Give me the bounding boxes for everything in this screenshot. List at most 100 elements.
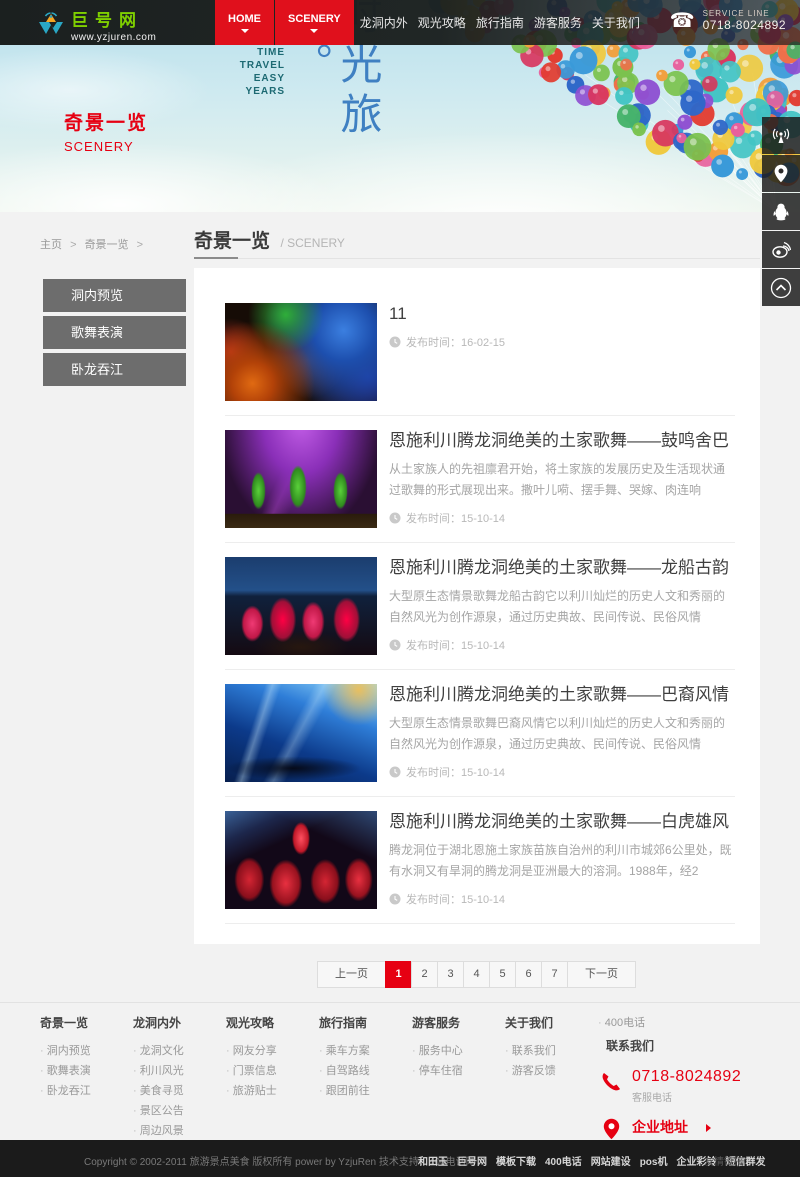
- sidebar-item-wolong[interactable]: 卧龙吞江: [43, 353, 186, 386]
- article-title[interactable]: 恩施利川腾龙洞绝美的土家歌舞——龙船古韵: [389, 557, 735, 579]
- logo-icon: [36, 8, 66, 38]
- pagination-page-4[interactable]: 4: [463, 961, 490, 988]
- nav-item-longdong[interactable]: 龙洞内外: [355, 0, 413, 45]
- phone-icon: [600, 1071, 622, 1093]
- footer-link[interactable]: 联系我们: [505, 1041, 595, 1061]
- article-row[interactable]: 11 发布时间：16-02-15: [225, 303, 735, 416]
- signal-icon: [772, 127, 790, 145]
- footer-link[interactable]: 洞内预览: [40, 1041, 130, 1061]
- bottom-link[interactable]: 400电话: [545, 1153, 582, 1168]
- page: 时光旅行。 TIME TRAVEL EASY YEARS 奇景一览 SCENER…: [0, 0, 800, 1177]
- article-date: 发布时间：15-10-14: [389, 891, 735, 907]
- service-line-label: SERVICE LINE: [703, 9, 786, 18]
- pagination-next[interactable]: 下一页: [567, 961, 636, 988]
- footer-link[interactable]: 游客反馈: [505, 1061, 595, 1081]
- footer-link[interactable]: 服务中心: [412, 1041, 502, 1061]
- article-thumbnail-green-dancers[interactable]: [225, 430, 377, 528]
- footer-link[interactable]: 旅游贴士: [226, 1081, 316, 1101]
- bottom-link[interactable]: 巨号网: [457, 1153, 487, 1168]
- article-thumbnail-blue-stage[interactable]: [225, 684, 377, 782]
- bottom-link[interactable]: pos机: [640, 1153, 668, 1168]
- footer-link[interactable]: 乘车方案: [319, 1041, 409, 1061]
- nav-item-youke[interactable]: 游客服务: [529, 0, 587, 45]
- article-title[interactable]: 恩施利川腾龙洞绝美的土家歌舞——巴裔风情: [389, 684, 735, 706]
- caret-down-icon: [241, 29, 249, 33]
- weibo-button[interactable]: [762, 231, 800, 268]
- title-divider: [194, 258, 760, 259]
- article-thumbnail-pink-dancers[interactable]: [225, 557, 377, 655]
- category-sidebar: 洞内预览 歌舞表演 卧龙吞江: [43, 279, 186, 390]
- article-title[interactable]: 11: [389, 303, 735, 325]
- article-description: 从土家族人的先祖廪君开始，将土家族的发展历史及生活现状通过歌舞的形式展现出来。撒…: [389, 459, 735, 501]
- footer-column-guanguang: 观光攻略 网友分享 门票信息 旅游贴士: [226, 1014, 316, 1101]
- pagination-page-7[interactable]: 7: [541, 961, 568, 988]
- footer-link-400[interactable]: 400电话: [598, 1014, 778, 1030]
- pagination-page-6[interactable]: 6: [515, 961, 542, 988]
- logo-url: www.yzjuren.com: [71, 32, 156, 43]
- article-title[interactable]: 恩施利川腾龙洞绝美的土家歌舞——白虎雄风: [389, 811, 735, 833]
- footer-link[interactable]: 美食寻觅: [133, 1081, 223, 1101]
- footer-link[interactable]: 网友分享: [226, 1041, 316, 1061]
- clock-icon: [389, 893, 401, 905]
- article-date: 发布时间：16-02-15: [389, 334, 735, 350]
- article-list-panel: 11 发布时间：16-02-15 恩施利川腾龙洞绝美的土家歌舞——鼓鸣舍巴 从土…: [194, 268, 760, 944]
- nav-item-guanguang[interactable]: 观光攻略: [413, 0, 471, 45]
- footer-link[interactable]: 景区公告: [133, 1101, 223, 1121]
- footer-contact: 400电话 联系我们 0718-8024892 客服电话 企业地址 恩施州恩施市: [598, 1014, 778, 1155]
- breadcrumb-current[interactable]: 奇景一览: [85, 239, 129, 251]
- article-row[interactable]: 恩施利川腾龙洞绝美的土家歌舞——白虎雄风 腾龙洞位于湖北恩施土家族苗族自治州的利…: [225, 797, 735, 924]
- footer-link[interactable]: 卧龙吞江: [40, 1081, 130, 1101]
- article-row[interactable]: 恩施利川腾龙洞绝美的土家歌舞——龙船古韵 大型原生态情景歌舞龙船古韵它以利川灿烂…: [225, 543, 735, 670]
- article-thumbnail-red-dancers[interactable]: [225, 811, 377, 909]
- footer-link[interactable]: 自驾路线: [319, 1061, 409, 1081]
- article-row[interactable]: 恩施利川腾龙洞绝美的土家歌舞——巴裔风情 大型原生态情景歌舞巴裔风情它以利川灿烂…: [225, 670, 735, 797]
- footer-link[interactable]: 门票信息: [226, 1061, 316, 1081]
- location-button[interactable]: [762, 155, 800, 192]
- pagination-page-5[interactable]: 5: [489, 961, 516, 988]
- weibo-icon: [772, 241, 791, 258]
- footer-column-longdong: 龙洞内外 龙洞文化 利川风光 美食寻觅 景区公告 周边风景: [133, 1014, 223, 1141]
- bottom-link[interactable]: 网站建设: [591, 1153, 631, 1168]
- footer-link[interactable]: 跟团前往: [319, 1081, 409, 1101]
- contact-phone-label: 客服电话: [632, 1089, 741, 1104]
- pagination-page-2[interactable]: 2: [411, 961, 438, 988]
- qq-button[interactable]: [762, 193, 800, 230]
- nav-item-lvxing[interactable]: 旅行指南: [471, 0, 529, 45]
- nav-item-scenery[interactable]: SCENERY: [275, 0, 354, 45]
- service-phone: 0718-8024892: [703, 18, 786, 32]
- nav-item-guanyu[interactable]: 关于我们: [587, 0, 645, 45]
- article-title[interactable]: 恩施利川腾龙洞绝美的土家歌舞——鼓鸣舍巴: [389, 430, 735, 452]
- bottom-link[interactable]: 模板下载: [496, 1153, 536, 1168]
- article-row[interactable]: 恩施利川腾龙洞绝美的土家歌舞——鼓鸣舍巴 从土家族人的先祖廪君开始，将土家族的发…: [225, 416, 735, 543]
- chevron-up-icon: [770, 277, 792, 299]
- clock-icon: [389, 512, 401, 524]
- article-thumbnail-cave[interactable]: [225, 303, 377, 401]
- article-description: 大型原生态情景歌舞龙船古韵它以利川灿烂的历史人文和秀丽的自然风光为创作源泉，通过…: [389, 586, 735, 628]
- clock-icon: [389, 639, 401, 651]
- breadcrumb-home[interactable]: 主页: [40, 239, 62, 251]
- breadcrumb: 主页 > 奇景一览 >: [40, 236, 148, 252]
- broadcast-button[interactable]: [762, 117, 800, 154]
- pagination-page-3[interactable]: 3: [437, 961, 464, 988]
- footer-link[interactable]: 周边风景: [133, 1121, 223, 1141]
- footer-link[interactable]: 龙洞文化: [133, 1041, 223, 1061]
- footer-link[interactable]: 停车住宿: [412, 1061, 502, 1081]
- site-logo[interactable]: 巨号网 www.yzjuren.com: [36, 6, 156, 43]
- nav-item-home[interactable]: HOME: [215, 0, 274, 45]
- hero-subtitle: SCENERY: [64, 139, 148, 154]
- bottom-link[interactable]: 和田玉: [418, 1153, 448, 1168]
- sidebar-item-cave-preview[interactable]: 洞内预览: [43, 279, 186, 312]
- pagination-prev[interactable]: 上一页: [317, 961, 386, 988]
- clock-icon: [389, 336, 401, 348]
- contact-title: 联系我们: [606, 1037, 778, 1054]
- pagination-page-1[interactable]: 1: [385, 961, 412, 988]
- contact-address-title[interactable]: 企业地址: [632, 1119, 688, 1135]
- footer-link[interactable]: 利川风光: [133, 1061, 223, 1081]
- footer-link[interactable]: 歌舞表演: [40, 1061, 130, 1081]
- logo-title: 巨号网: [71, 6, 156, 31]
- contact-phone-number: 0718-8024892: [632, 1068, 741, 1086]
- pagination: 上一页 1 2 3 4 5 6 7 下一页: [194, 961, 760, 988]
- top-navigation: 巨号网 www.yzjuren.com HOME SCENERY 龙洞内外 观光…: [0, 0, 800, 45]
- sidebar-item-song-dance[interactable]: 歌舞表演: [43, 316, 186, 349]
- back-to-top-button[interactable]: [762, 269, 800, 306]
